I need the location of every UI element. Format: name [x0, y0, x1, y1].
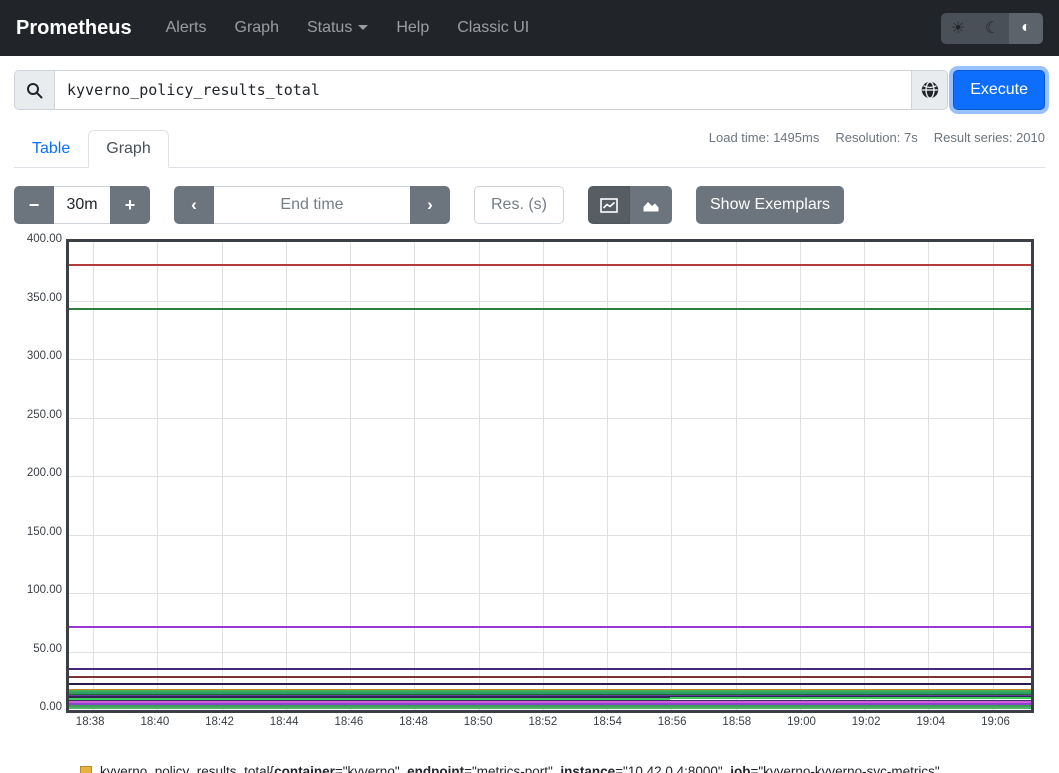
x-tick-label: 19:06 [981, 716, 1010, 728]
legend-item[interactable]: kyverno_policy_results_total{container="… [100, 762, 980, 773]
series-line [69, 626, 1031, 628]
legend-swatch [80, 766, 92, 773]
time-back-button[interactable]: ‹ [174, 186, 214, 224]
result-series: Result series: 2010 [934, 130, 1045, 145]
search-addon [14, 70, 54, 110]
nav-link-alerts[interactable]: Alerts [154, 11, 219, 45]
sun-icon: ☀ [951, 18, 965, 38]
y-tick-label: 250.00 [27, 409, 62, 421]
metrics-explorer-button[interactable] [912, 70, 948, 110]
y-tick-label: 100.00 [27, 584, 62, 596]
nav-link-graph[interactable]: Graph [223, 11, 291, 45]
y-tick-label: 350.00 [27, 292, 62, 304]
line-chart-icon [600, 198, 618, 213]
x-tick-label: 18:52 [528, 716, 557, 728]
y-tick-label: 300.00 [27, 350, 62, 362]
y-tick-label: 400.00 [27, 233, 62, 245]
theme-toggle-group: ☀ ☾ ◐ [941, 13, 1043, 44]
x-tick-label: 18:46 [334, 716, 363, 728]
chart: 0.00 50.00 100.00 150.00 200.00 250.00 300.00 3… [14, 236, 1059, 736]
x-tick-label: 18:50 [464, 716, 493, 728]
x-tick-label: 18:40 [140, 716, 169, 728]
x-axis: 18:38 18:40 18:42 18:44 18:46 18:48 18:50 18:52… [66, 716, 1034, 736]
query-input[interactable] [54, 70, 912, 110]
light-theme-button[interactable]: ☀ [941, 13, 975, 44]
series-line [69, 676, 1031, 678]
range-input[interactable] [54, 186, 110, 224]
series-line [69, 668, 1031, 670]
caret-down-icon [358, 25, 368, 30]
x-tick-label: 18:58 [722, 716, 751, 728]
series-line [69, 308, 1031, 310]
range-group: − + [14, 186, 150, 224]
y-tick-label: 50.00 [33, 643, 62, 655]
nav-links: Alerts Graph Status Help Classic UI [154, 11, 941, 45]
globe-icon [921, 81, 939, 99]
resolution: Resolution: 7s [835, 130, 917, 145]
tabs-row: Table Graph Load time: 1495ms Resolution… [14, 126, 1045, 168]
stacked-chart-toggle[interactable] [630, 186, 672, 224]
navbar: Prometheus Alerts Graph Status Help Clas… [0, 0, 1059, 56]
nav-link-help[interactable]: Help [384, 11, 441, 45]
series-line [69, 264, 1031, 266]
range-decrement-button[interactable]: − [14, 186, 54, 224]
y-tick-label: 0.00 [40, 701, 62, 713]
show-exemplars-button[interactable]: Show Exemplars [696, 186, 844, 224]
search-icon [26, 82, 43, 99]
circle-half-icon: ◐ [1021, 19, 1031, 37]
dark-theme-button[interactable]: ☾ [975, 13, 1009, 44]
x-tick-label: 18:38 [76, 716, 105, 728]
y-tick-label: 150.00 [27, 526, 62, 538]
time-group: ‹ › [174, 186, 450, 224]
execute-button[interactable]: Execute [953, 70, 1045, 110]
series-line [69, 707, 1031, 709]
query-stats: Load time: 1495ms Resolution: 7s Result … [709, 130, 1045, 145]
query-bar: Execute [14, 70, 1045, 110]
moon-icon: ☾ [985, 18, 999, 38]
time-forward-button[interactable]: › [410, 186, 450, 224]
plot-area[interactable] [66, 239, 1034, 713]
x-tick-label: 19:00 [787, 716, 816, 728]
tab-table[interactable]: Table [14, 130, 88, 168]
line-chart-toggle[interactable] [588, 186, 630, 224]
auto-theme-button[interactable]: ◐ [1009, 13, 1043, 44]
range-increment-button[interactable]: + [110, 186, 150, 224]
chart-type-group [588, 186, 672, 224]
nav-link-status[interactable]: Status [295, 11, 380, 45]
series-line [670, 697, 1031, 699]
brand[interactable]: Prometheus [16, 17, 132, 40]
end-time-input[interactable] [214, 186, 410, 224]
x-tick-label: 19:02 [852, 716, 881, 728]
nav-link-classic-ui[interactable]: Classic UI [445, 11, 541, 45]
y-axis: 0.00 50.00 100.00 150.00 200.00 250.00 300.00 3… [14, 236, 64, 710]
x-tick-label: 18:44 [270, 716, 299, 728]
x-tick-label: 18:42 [205, 716, 234, 728]
legend-series-label: kyverno_policy_results_total{container="… [100, 764, 970, 773]
resolution-input[interactable] [474, 186, 564, 224]
x-tick-label: 18:54 [593, 716, 622, 728]
x-tick-label: 18:48 [399, 716, 428, 728]
y-tick-label: 200.00 [27, 467, 62, 479]
x-tick-label: 18:56 [658, 716, 687, 728]
graph-controls: − + ‹ › Show Exemplars [14, 186, 1045, 224]
tab-graph[interactable]: Graph [88, 130, 168, 168]
load-time: Load time: 1495ms [709, 130, 820, 145]
area-chart-icon [642, 198, 660, 213]
series-line [69, 683, 1031, 685]
x-tick-label: 19:04 [916, 716, 945, 728]
